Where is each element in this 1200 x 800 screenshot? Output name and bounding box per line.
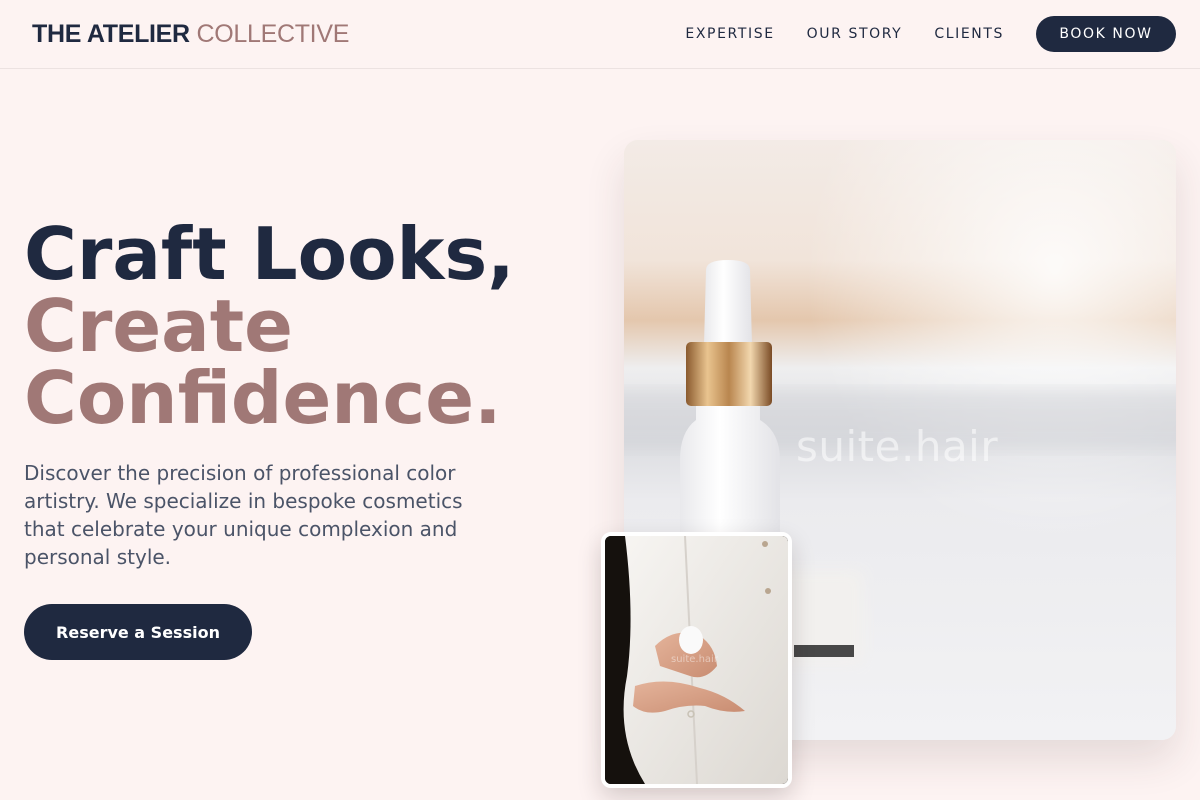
main-nav: EXPERTISE OUR STORY CLIENTS BOOK NOW bbox=[653, 16, 1176, 52]
hero-title-line-1: Craft Looks, bbox=[24, 212, 515, 296]
book-now-button[interactable]: BOOK NOW bbox=[1036, 16, 1176, 52]
hero-title-line-2: Create bbox=[24, 284, 294, 368]
nav-link-clients[interactable]: CLIENTS bbox=[934, 26, 1004, 42]
site-header: THE ATELIER COLLECTIVE EXPERTISE OUR STO… bbox=[0, 0, 1200, 69]
hero-title-line-3: Confidence. bbox=[24, 356, 502, 440]
nav-link-our-story[interactable]: OUR STORY bbox=[807, 26, 903, 42]
reserve-session-button[interactable]: Reserve a Session bbox=[24, 604, 252, 660]
hands-applying-product-image: suite.hair bbox=[601, 532, 792, 788]
logo-primary-text: THE ATELIER bbox=[32, 19, 190, 48]
secondary-image-watermark: suite.hair bbox=[671, 654, 718, 665]
hero-description: Discover the precision of professional c… bbox=[24, 461, 463, 569]
logo[interactable]: THE ATELIER COLLECTIVE bbox=[32, 20, 349, 49]
logo-secondary-text: COLLECTIVE bbox=[196, 19, 350, 48]
hero-title: Craft Looks, Create Confidence. bbox=[24, 218, 584, 434]
image-watermark: suite.hair bbox=[796, 422, 999, 471]
nav-link-expertise[interactable]: EXPERTISE bbox=[685, 26, 774, 42]
